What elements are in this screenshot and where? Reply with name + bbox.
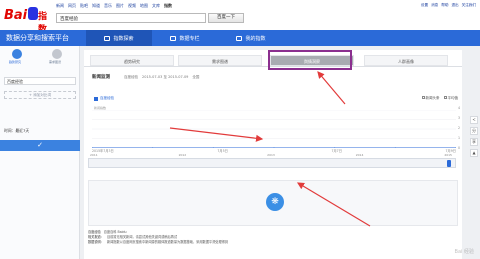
y-tick: 0 (457, 146, 460, 150)
range-handle[interactable] (447, 160, 451, 167)
nav-link[interactable]: 地图 (140, 3, 148, 9)
logo-text: Bai (4, 8, 28, 23)
y-tick: 1 (457, 136, 460, 140)
nav-link[interactable]: 图片 (116, 3, 124, 9)
user-icon (236, 35, 243, 41)
brand-slogan: 数据分享和搜索平台 (6, 34, 69, 42)
y-axis-ticks: 4 3 2 1 0 (458, 106, 460, 150)
annotation-highlight-box (268, 50, 352, 70)
nav-link[interactable]: 文库 (152, 3, 160, 9)
y-tick: 4 (457, 106, 460, 110)
time-range-slider[interactable] (88, 158, 456, 168)
sidebar: 趋势研究 需求图谱 百度经验 + 添加对比词 时间：最近7天 ✓ (0, 46, 80, 259)
checkbox-icon (421, 96, 425, 99)
tab-label: 我的指数 (245, 35, 266, 42)
share-button-2[interactable]: 享 (470, 138, 478, 146)
nav-link[interactable]: 视频 (128, 3, 136, 9)
range-tick: 2013 (267, 153, 275, 157)
settings-link[interactable]: 设置 (421, 3, 428, 8)
top-nav: 新闻 网页 贴吧 知道 音乐 图片 视频 地图 文库 指数 (56, 3, 172, 9)
legend-options: 新闻头条 平均值 (421, 96, 458, 101)
meta-region[interactable]: 全国 (192, 75, 199, 80)
section-meta: 百度经验 2015-07-03 至 2015-07-09 全国 (124, 75, 199, 80)
top-header: Bai 指数 新闻 网页 贴吧 知道 音乐 图片 视频 地图 文库 指数 百度经… (0, 0, 480, 35)
main-tabs: 指数探索 数据专栏 我的指数 (86, 30, 284, 46)
average-toggle[interactable]: 平均值 (443, 96, 458, 101)
tab-label: 指数探索 (113, 35, 134, 42)
nav-link[interactable]: 网页 (68, 3, 76, 9)
search-button[interactable]: 百度一下 (208, 13, 244, 23)
right-toolbar: < 分 享 ▲ (470, 116, 478, 164)
mode-demand-label: 需求图谱 (49, 60, 62, 64)
logout-link[interactable]: 退出 (451, 3, 458, 8)
nav-link[interactable]: 音乐 (104, 3, 112, 9)
main-panel: 趋势研究 需求图谱 舆情洞察 人群画像 新闻监测 百度经验 2015-07-03… (84, 50, 462, 259)
legend-series-label: 百度经验 (100, 96, 114, 100)
section-title: 新闻监测 (92, 75, 110, 80)
paw-icon: ❋ (266, 193, 284, 211)
chart-icon (104, 35, 111, 41)
add-compare-button[interactable]: + 添加对比词 (4, 91, 76, 99)
search-input[interactable]: 百度经验 (56, 13, 206, 23)
subtab-demand[interactable]: 需求图谱 (178, 55, 262, 66)
map-pin-icon[interactable] (52, 49, 62, 59)
user-links: 设置 消息 帮助 退出 关注我们 (421, 3, 476, 8)
range-tick: 2011 (90, 153, 98, 157)
nav-link[interactable]: 新闻 (56, 3, 64, 9)
help-link[interactable]: 帮助 (441, 3, 448, 8)
chart-legend: 百度经验 (94, 96, 114, 101)
y-tick: 3 (457, 116, 460, 120)
time-range-select[interactable]: 时间：最近7天 (4, 128, 29, 134)
range-tick: 2014 (355, 153, 364, 157)
column-icon (170, 35, 177, 41)
back-to-top-icon[interactable]: ▲ (470, 149, 478, 157)
mode-trend-label: 趋势研究 (9, 60, 22, 64)
subtab-audience[interactable]: 人群画像 (364, 55, 448, 66)
tab-data-column[interactable]: 数据专栏 (152, 30, 218, 46)
subtab-trend[interactable]: 趋势研究 (90, 55, 174, 66)
notes: 百度经验 百度百科 Baidu 相关报道： 目前暂无相关新闻，请尝试其他关键词或稍后… (88, 230, 458, 245)
tab-index-explore[interactable]: 指数探索 (86, 30, 152, 46)
tab-label: 数据专栏 (179, 35, 200, 42)
y-tick: 2 (457, 126, 460, 130)
range-tick: 2012 (178, 153, 187, 157)
baidu-index-logo[interactable]: Bai 指数 (4, 6, 50, 35)
nav-link[interactable]: 贴吧 (80, 3, 88, 9)
headline-toggle[interactable]: 新闻头条 (421, 96, 440, 101)
keyword-field[interactable]: 百度经验 (4, 77, 76, 85)
range-tick: 2015 (444, 153, 452, 157)
messages-link[interactable]: 消息 (431, 3, 438, 8)
confirm-button[interactable]: ✓ (0, 140, 80, 151)
legend-swatch (94, 96, 98, 101)
watermark-logo: Bai 经验 (454, 249, 474, 255)
checkbox-icon (443, 96, 447, 99)
trend-icon[interactable] (12, 49, 22, 59)
meta-date-range[interactable]: 2015-07-03 至 2015-07-09 (142, 75, 188, 80)
range-ticks: 2011 2012 2013 2014 2015 (90, 153, 452, 157)
share-button[interactable]: 分 (470, 127, 478, 135)
news-index-chart (92, 110, 456, 148)
note-row: 数据说明： 新闻指数以百度网页搜索中新闻源的媒体报道数量为数据基础，采用数据平滑处… (88, 240, 229, 244)
meta-keyword: 百度经验 (124, 75, 138, 79)
nav-link-index[interactable]: 指数 (164, 3, 172, 9)
collapse-icon[interactable]: < (470, 116, 478, 124)
tab-my-index[interactable]: 我的指数 (218, 30, 284, 46)
nav-link[interactable]: 知道 (92, 3, 100, 9)
paw-icon (28, 7, 38, 20)
mode-switch: 趋势研究 需求图谱 (0, 46, 80, 68)
news-list-panel: ❋ (88, 180, 458, 226)
follow-link[interactable]: 关注我们 (462, 3, 476, 8)
